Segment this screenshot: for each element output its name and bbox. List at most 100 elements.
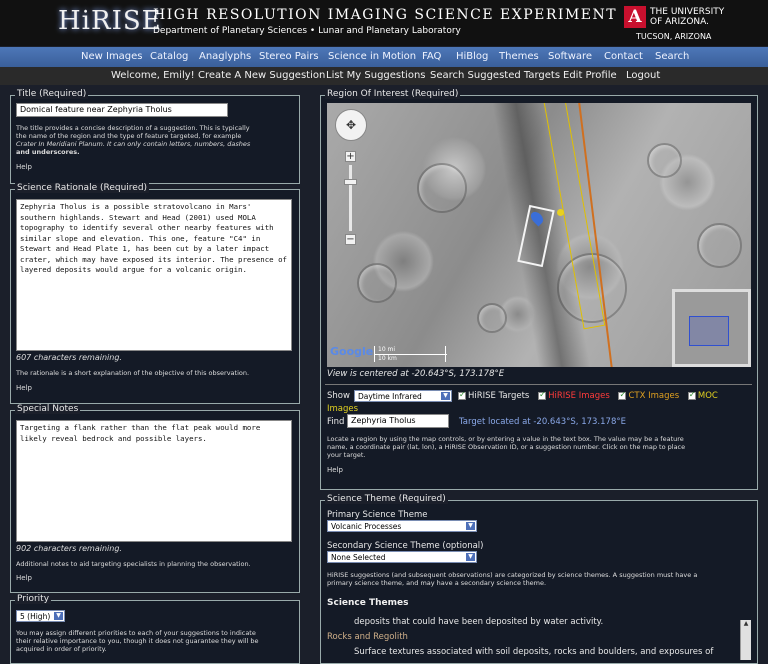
divider: [325, 384, 752, 385]
university-a-icon: A: [624, 6, 646, 28]
label-moc: MOC: [697, 391, 718, 401]
nav-search[interactable]: Search: [655, 51, 689, 62]
roi-help-link[interactable]: Help: [327, 466, 343, 474]
primary-theme-value: Volcanic Processes: [331, 522, 402, 531]
chevron-down-icon: ▼: [441, 392, 450, 400]
rationale-legend: Science Rationale (Required): [15, 183, 150, 193]
university-city: TUCSON, ARIZONA: [636, 32, 712, 41]
label-hirise-targets: HiRISE Targets: [468, 391, 530, 401]
google-logo: Google: [330, 345, 374, 358]
special-notes-remaining: 902 characters remaining.: [16, 544, 122, 553]
university-logo[interactable]: A THE UNIVERSITY OF ARIZONA. TUCSON, ARI…: [624, 6, 764, 42]
checkbox-ctx-images[interactable]: [618, 390, 627, 400]
roi-note-3: your target.: [327, 451, 366, 459]
priority-value: 5 (High): [20, 612, 51, 621]
secondary-theme-value: None Selected: [331, 553, 386, 562]
site-subtitle: Department of Planetary Sciences • Lunar…: [153, 26, 461, 36]
nav-faq[interactable]: FAQ: [422, 51, 441, 62]
nav-list-suggestions[interactable]: List My Suggestions: [326, 70, 426, 81]
priority-select[interactable]: 5 (High) ▼: [16, 610, 65, 622]
university-line1: THE UNIVERSITY: [650, 7, 725, 17]
show-label: Show: [327, 391, 350, 401]
science-themes-heading: Science Themes: [327, 598, 409, 608]
roi-legend: Region Of Interest (Required): [325, 89, 461, 99]
welcome-text: Welcome, Emily!: [111, 70, 195, 81]
scale-bottom: 10 km: [378, 355, 397, 362]
theme-item2-desc: Surface textures associated with soil de…: [354, 647, 714, 657]
secondary-theme-select[interactable]: None Selected ▼: [327, 551, 477, 563]
rationale-textarea[interactable]: Zephyria Tholus is a possible stratovolc…: [16, 199, 292, 351]
chevron-down-icon: ▼: [466, 522, 475, 530]
primary-theme-label: Primary Science Theme: [327, 510, 428, 520]
roi-note-2: name, a coordinate pair (lat, lon), a Hi…: [327, 443, 686, 451]
label-moc-images: Images: [327, 404, 359, 414]
zoom-out-icon[interactable]: −: [345, 234, 356, 245]
nav-create-suggestion[interactable]: Create A New Suggestion: [198, 70, 325, 81]
checkbox-moc[interactable]: [687, 390, 696, 400]
nav-edit-profile[interactable]: Edit Profile: [563, 70, 617, 81]
scroll-up-icon[interactable]: ▲: [741, 620, 751, 627]
special-notes-help-link[interactable]: Help: [16, 574, 32, 582]
mars-map[interactable]: ✥ + − Google 10 mi 10 km: [327, 103, 751, 367]
nav-hiblog[interactable]: HiBlog: [456, 51, 488, 62]
rationale-remaining: 607 characters remaining.: [16, 353, 122, 362]
user-nav: Welcome, Emily! Create A New Suggestion …: [0, 67, 768, 85]
title-panel: Title (Required) Domical feature near Ze…: [10, 89, 300, 184]
nav-themes[interactable]: Themes: [499, 51, 539, 62]
title-input[interactable]: Domical feature near Zephyria Tholus: [16, 103, 228, 117]
overview-map[interactable]: [672, 289, 751, 367]
zoom-handle[interactable]: [344, 179, 357, 185]
site-title: HIGH RESOLUTION IMAGING SCIENCE EXPERIME…: [153, 7, 618, 23]
rationale-note: The rationale is a short explanation of …: [16, 369, 250, 377]
rationale-panel: Science Rationale (Required) Zephyria Th…: [10, 183, 300, 404]
hirise-logo[interactable]: HiRISE: [58, 6, 162, 36]
main-nav: New Images Catalog Anaglyphs Stereo Pair…: [0, 47, 768, 67]
pan-control-icon[interactable]: ✥: [335, 109, 367, 141]
nav-logout[interactable]: Logout: [626, 70, 660, 81]
zoom-in-icon[interactable]: +: [345, 151, 356, 162]
theme-item2-title[interactable]: Rocks and Regolith: [327, 632, 408, 642]
checkbox-hirise-targets[interactable]: [458, 390, 466, 400]
layer-select[interactable]: Daytime Infrared ▼: [354, 390, 452, 402]
nav-stereo-pairs[interactable]: Stereo Pairs: [259, 51, 319, 62]
nav-new-images[interactable]: New Images: [81, 51, 143, 62]
title-note-4: and underscores.: [16, 148, 80, 156]
nav-science-in-motion[interactable]: Science in Motion: [328, 51, 416, 62]
scale-bar: 10 mi 10 km: [374, 346, 447, 362]
zoom-slider[interactable]: [349, 165, 352, 231]
title-help-link[interactable]: Help: [16, 163, 32, 171]
chevron-down-icon: ▼: [54, 612, 63, 620]
chevron-down-icon: ▼: [466, 553, 475, 561]
overview-viewport[interactable]: [689, 316, 729, 346]
nav-catalog[interactable]: Catalog: [150, 51, 188, 62]
nav-anaglyphs[interactable]: Anaglyphs: [199, 51, 251, 62]
secondary-theme-label: Secondary Science Theme (optional): [327, 541, 484, 551]
nav-search-suggested[interactable]: Search Suggested Targets: [430, 70, 560, 81]
nav-contact[interactable]: Contact: [604, 51, 643, 62]
target-marker-icon[interactable]: [557, 209, 564, 216]
priority-note-3: acquired in order of priority.: [16, 645, 107, 653]
priority-panel: Priority 5 (High) ▼ You may assign diffe…: [10, 594, 300, 664]
site-header: HiRISE HIGH RESOLUTION IMAGING SCIENCE E…: [0, 0, 768, 46]
special-notes-panel: Special Notes Targeting a flank rather t…: [10, 404, 300, 593]
find-input[interactable]: Zephyria Tholus: [347, 414, 449, 428]
theme-legend: Science Theme (Required): [325, 494, 448, 504]
primary-theme-select[interactable]: Volcanic Processes ▼: [327, 520, 477, 532]
special-notes-textarea[interactable]: Targeting a flank rather than the flat p…: [16, 420, 292, 542]
map-center-text: View is centered at -20.643°S, 173.178°E: [327, 369, 505, 379]
themes-scrollbar[interactable]: ▲: [740, 620, 751, 660]
university-line2: OF ARIZONA.: [650, 17, 710, 27]
label-hirise-images: HiRISE Images: [548, 391, 610, 401]
layer-select-value: Daytime Infrared: [358, 392, 422, 401]
priority-legend: Priority: [15, 594, 52, 604]
rationale-help-link[interactable]: Help: [16, 384, 32, 392]
find-label: Find: [327, 417, 345, 427]
scale-top: 10 mi: [378, 346, 396, 353]
nav-software[interactable]: Software: [548, 51, 592, 62]
theme-note-2: primary science theme, and may have a se…: [327, 579, 547, 587]
target-located-text: Target located at -20.643°S, 173.178°E: [459, 417, 626, 427]
special-notes-legend: Special Notes: [15, 404, 81, 414]
layer-toggles: HiRISE Targets HiRISE Images CTX Images …: [458, 390, 718, 401]
checkbox-hirise-images[interactable]: [538, 390, 547, 400]
special-notes-note: Additional notes to aid targeting specia…: [16, 560, 251, 568]
